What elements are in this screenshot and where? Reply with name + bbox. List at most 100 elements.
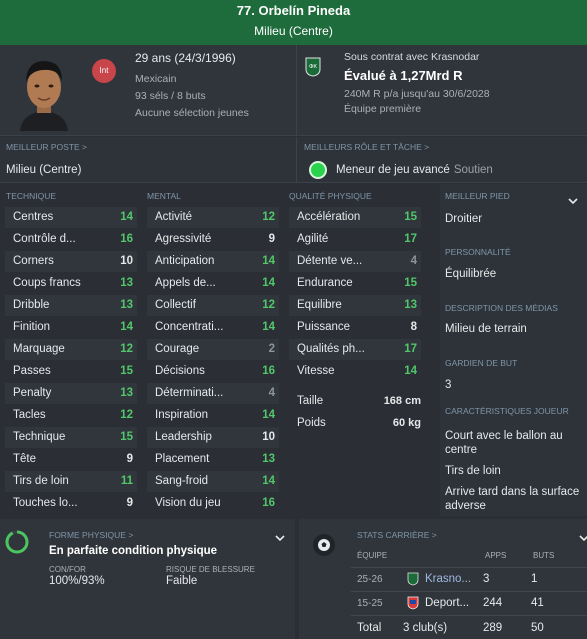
technique-attribute-row[interactable]: Coups francs 13	[5, 273, 137, 294]
mental-attribute-row[interactable]: Concentrati... 14	[147, 317, 279, 338]
injury-risk-value: Faible	[166, 575, 198, 587]
team-link[interactable]: Deport...	[425, 597, 469, 609]
media-description-label: DESCRIPTION DES MÉDIAS	[445, 303, 558, 313]
attribute-value: 9	[126, 497, 133, 509]
technique-attribute-row[interactable]: Centres 14	[5, 207, 137, 228]
team-link[interactable]: Krasno...	[425, 573, 471, 585]
attribute-name: Agilité	[297, 233, 329, 245]
physical-attribute-row[interactable]: Endurance 15	[289, 273, 421, 294]
player-value: Évalué à 1,27Mrd R	[344, 68, 463, 83]
mental-attribute-row[interactable]: Sang-froid 14	[147, 471, 279, 492]
attribute-name: Leadership	[155, 431, 212, 443]
attribute-name: Détente ve...	[297, 255, 363, 267]
total-apps: 289	[483, 622, 503, 634]
attribute-name: Appels de...	[155, 277, 216, 289]
attribute-name: Inspiration	[155, 409, 209, 421]
technique-attribute-row[interactable]: Finition 14	[5, 317, 137, 338]
total-row: Total 3 club(s) 289 50	[351, 617, 587, 639]
table-row[interactable]: 15-25 Deport... 244 41	[351, 592, 587, 614]
attribute-value: 16	[262, 497, 275, 509]
apps-value: 244	[483, 597, 503, 609]
attribute-value: 8	[410, 321, 417, 333]
player-header: 77. Orbelín Pineda Milieu (Centre)	[0, 0, 587, 45]
technique-attribute-row[interactable]: Touches lo... 9	[5, 493, 137, 514]
attribute-value: 12	[262, 299, 275, 311]
divider	[296, 45, 297, 136]
mental-attribute-row[interactable]: Collectif 12	[147, 295, 279, 316]
mental-attribute-row[interactable]: Courage 2	[147, 339, 279, 360]
technique-attribute-row[interactable]: Tirs de loin 11	[5, 471, 137, 492]
attribute-value: 4	[268, 387, 275, 399]
mental-attribute-row[interactable]: Leadership 10	[147, 427, 279, 448]
technique-attribute-row[interactable]: Penalty 13	[5, 383, 137, 404]
divider	[296, 137, 297, 183]
physical-attribute-row[interactable]: Équilibre 13	[289, 295, 421, 316]
chevron-down-icon[interactable]	[579, 533, 587, 543]
best-position-role-row: MEILLEUR POSTE > Milieu (Centre) MEILLEU…	[0, 137, 587, 183]
mental-attribute-row[interactable]: Anticipation 14	[147, 251, 279, 272]
attribute-name: Corners	[13, 255, 54, 267]
attribute-name: Courage	[155, 343, 200, 355]
chevron-down-icon[interactable]	[568, 196, 578, 206]
attribute-name: Anticipation	[155, 255, 215, 267]
mental-attribute-row[interactable]: Placement 13	[147, 449, 279, 470]
mental-attribute-row[interactable]: Déterminati... 4	[147, 383, 279, 404]
mental-attribute-row[interactable]: Inspiration 14	[147, 405, 279, 426]
attribute-value: 12	[120, 409, 133, 421]
mental-attribute-row[interactable]: Décisions 16	[147, 361, 279, 382]
svg-text:ФК: ФК	[309, 64, 317, 70]
attribute-value: 9	[268, 233, 275, 245]
attribute-value: 15	[120, 431, 133, 443]
divider	[351, 615, 587, 616]
contract-status: Sous contrat avec Krasnodar	[344, 51, 480, 63]
technique-attribute-row[interactable]: Contrôle d... 16	[5, 229, 137, 250]
best-role-value: Meneur de jeu avancé Soutien	[336, 164, 493, 176]
technique-attribute-row[interactable]: Tacles 12	[5, 405, 137, 426]
fitness-link[interactable]: FORME PHYSIQUE >	[49, 530, 133, 540]
attribute-name: Décisions	[155, 365, 205, 377]
technique-attribute-row[interactable]: Passes 15	[5, 361, 137, 382]
attribute-value: 2	[268, 343, 275, 355]
best-position-link[interactable]: MEILLEUR POSTE >	[6, 142, 87, 152]
technique-attribute-row[interactable]: Tête 9	[5, 449, 137, 470]
condition-label: CON/FOR	[49, 565, 86, 574]
chevron-down-icon[interactable]	[275, 533, 285, 543]
physical-attribute-row[interactable]: Accélération 15	[289, 207, 421, 228]
attribute-name: Accélération	[297, 211, 361, 223]
attribute-name: Tacles	[13, 409, 46, 421]
physical-attribute-row[interactable]: Qualités ph... 17	[289, 339, 421, 360]
football-icon	[313, 534, 335, 556]
player-trait: Tirs de loin	[445, 465, 501, 477]
physical-attribute-row[interactable]: Agilité 17	[289, 229, 421, 250]
mental-attribute-row[interactable]: Activité 12	[147, 207, 279, 228]
attribute-name: Contrôle d...	[13, 233, 76, 245]
goals-value: 41	[531, 597, 544, 609]
attribute-value: 13	[262, 453, 275, 465]
technique-attribute-row[interactable]: Corners 10	[5, 251, 137, 272]
fitness-status: En parfaite condition physique	[49, 545, 218, 557]
physical-attribute-row[interactable]: Détente ve... 4	[289, 251, 421, 272]
technique-attribute-row[interactable]: Marquage 12	[5, 339, 137, 360]
weight-value: 60 kg	[392, 417, 421, 429]
team-column-header: ÉQUIPE	[357, 551, 388, 560]
apps-column-header: APPS	[485, 551, 507, 560]
player-trait: Arrive tard dans la surface adverse	[445, 486, 580, 512]
table-row[interactable]: 25-26 Krasno... 3 1	[351, 568, 587, 590]
technique-attribute-row[interactable]: Dribble 13	[5, 295, 137, 316]
mental-attribute-row[interactable]: Vision du jeu 16	[147, 493, 279, 514]
nationality: Mexicain	[135, 73, 177, 85]
club-badge-icon[interactable]: ФК	[305, 57, 321, 77]
attribute-value: 14	[262, 475, 275, 487]
mental-attribute-row[interactable]: Appels de... 14	[147, 273, 279, 294]
international-badge[interactable]: Int	[92, 59, 116, 83]
best-role-link[interactable]: MEILLEURS RÔLE ET TÂCHE >	[304, 142, 429, 152]
mental-attribute-row[interactable]: Agressivité 9	[147, 229, 279, 250]
attribute-value: 14	[262, 321, 275, 333]
career-stats-link[interactable]: STATS CARRIÈRE >	[357, 530, 437, 540]
physical-attribute-row[interactable]: Puissance 8	[289, 317, 421, 338]
attribute-value: 15	[404, 277, 417, 289]
attribute-name: Vision du jeu	[155, 497, 221, 509]
technique-attribute-row[interactable]: Technique 15	[5, 427, 137, 448]
attribute-name: Penalty	[13, 387, 52, 399]
physical-attribute-row[interactable]: Vitesse 14	[289, 361, 421, 382]
